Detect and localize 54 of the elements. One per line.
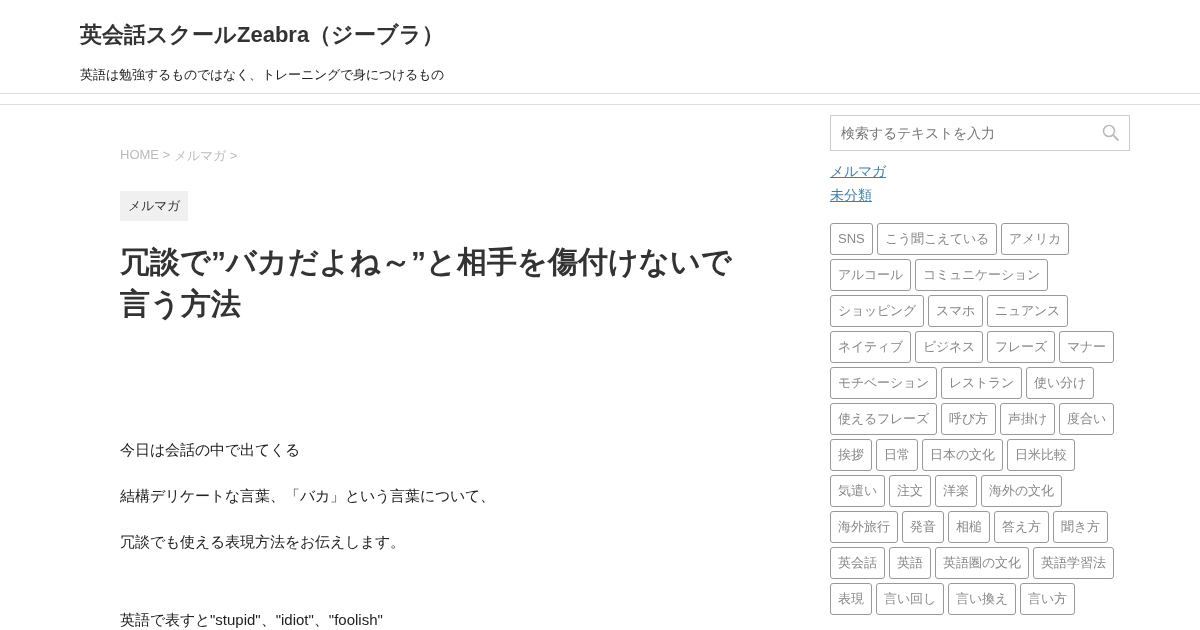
tag-link[interactable]: 声掛け xyxy=(1000,403,1055,435)
tag-link[interactable]: コミュニケーション xyxy=(915,259,1048,291)
paragraph: 結構デリケートな言葉、「バカ」という言葉について、 xyxy=(120,486,496,506)
paragraph: 今日は会話の中で出てくる xyxy=(120,440,301,460)
article-title: 冗談で”バカだよね～”と相手を傷付けないで言う方法 xyxy=(120,244,733,322)
breadcrumb-link[interactable]: メルマガ > xyxy=(174,147,238,165)
tag-link[interactable]: 使い分け xyxy=(1026,367,1094,399)
category-label[interactable]: メルマガ xyxy=(120,191,188,221)
tag-link[interactable]: 日本の文化 xyxy=(922,439,1003,471)
tag-link[interactable]: 言い方 xyxy=(1020,583,1075,615)
category-link[interactable]: 未分類 xyxy=(830,187,872,205)
tag-link[interactable]: アメリカ xyxy=(1000,223,1069,255)
tag-link[interactable]: 英語学習法 xyxy=(1033,547,1114,579)
tag-link[interactable]: 海外旅行 xyxy=(830,511,898,543)
tag-link[interactable]: 呼び方 xyxy=(941,403,996,435)
tag-link[interactable]: 日米比較 xyxy=(1007,439,1075,471)
tag-link[interactable]: ネイティブ xyxy=(830,331,911,363)
tag-link[interactable]: 英語圏の文化 xyxy=(935,547,1029,579)
tag-link[interactable]: ビジネス xyxy=(915,331,983,363)
site-tagline: 英語は勉強するものではなく、トレーニングで身につけるもの xyxy=(80,66,445,84)
tag-link[interactable]: 挨拶 xyxy=(830,439,872,471)
tag-link[interactable]: 発音 xyxy=(902,511,944,543)
search-icon[interactable] xyxy=(1102,124,1120,142)
tag-link[interactable]: 洋楽 xyxy=(935,475,977,507)
tag-link[interactable]: 聞き方 xyxy=(1053,511,1108,543)
tag-link[interactable]: 表現 xyxy=(830,583,872,615)
tag-link[interactable]: 言い回し xyxy=(876,583,944,615)
tag-link[interactable]: 言い換え xyxy=(948,583,1016,615)
search-field[interactable]: 検索するテキストを入力 xyxy=(830,115,1130,151)
tag-link[interactable]: フレーズ xyxy=(987,331,1055,363)
tag-link[interactable]: 英語 xyxy=(889,547,931,579)
tag-link[interactable]: スマホ xyxy=(928,295,983,327)
tag-link[interactable]: ショッピング xyxy=(830,295,924,327)
tag-link[interactable]: 日常 xyxy=(876,439,918,471)
tag-link[interactable]: 度合い xyxy=(1059,403,1114,435)
tag-link[interactable]: SNS xyxy=(830,223,873,255)
tag-link[interactable]: 相槌 xyxy=(948,511,990,543)
tag-link[interactable]: 答え方 xyxy=(994,511,1049,543)
tag-link[interactable]: 気遣い xyxy=(830,475,885,507)
tag-link[interactable]: アルコール xyxy=(830,259,911,291)
tag-link[interactable]: 英会話 xyxy=(830,547,885,579)
tag-link[interactable]: 注文 xyxy=(889,475,931,507)
paragraph: 冗談でも使える表現方法をお伝えします。 xyxy=(120,532,406,552)
category-link[interactable]: メルマガ xyxy=(830,163,886,181)
paragraph: 英語で表すと"stupid"、"idiot"、"foolish" xyxy=(120,610,384,630)
breadcrumb-link[interactable]: HOME > xyxy=(120,147,171,165)
tag-link[interactable]: レストラン xyxy=(941,367,1022,399)
tag-link[interactable]: 使えるフレーズ xyxy=(830,403,937,435)
tag-link[interactable]: モチベーション xyxy=(830,367,937,399)
site-title: 英会話スクールZeabra（ジーブラ） xyxy=(80,21,446,49)
tag-link[interactable]: ニュアンス xyxy=(987,295,1068,327)
tag-link[interactable]: こう聞こえている xyxy=(876,223,997,255)
tag-link[interactable]: 海外の文化 xyxy=(981,475,1062,507)
tag-link[interactable]: マナー xyxy=(1059,331,1114,363)
